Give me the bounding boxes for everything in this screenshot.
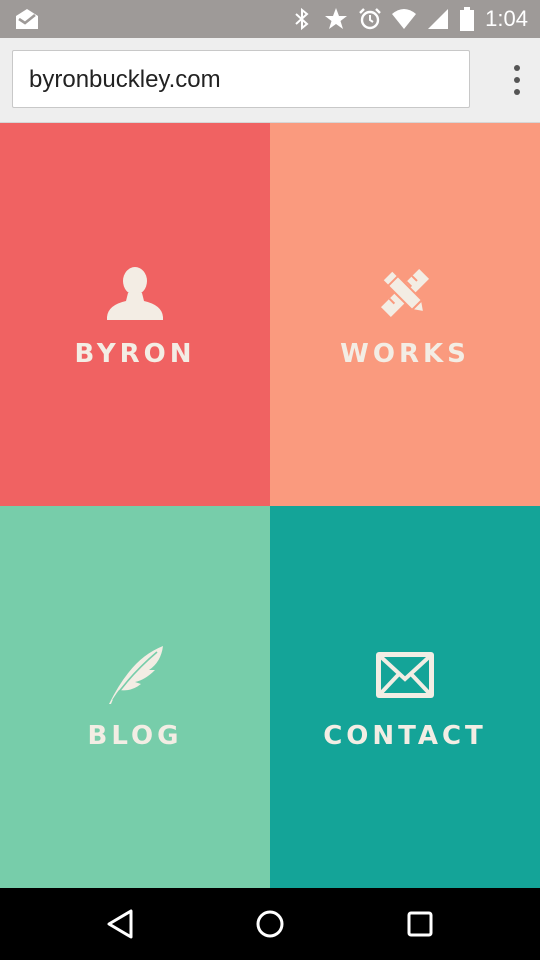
alarm-icon [357,6,383,32]
tile-label-blog: BLOG [87,721,183,751]
status-bar: 1:04 [0,0,540,38]
tile-blog[interactable]: BLOG [0,506,270,888]
tile-grid: BYRON WORKS BLOG CONTACT [0,123,540,888]
envelope-icon [373,643,437,707]
status-time: 1:04 [485,6,528,31]
battery-icon [459,6,475,32]
tile-works[interactable]: WORKS [270,123,540,506]
recents-icon[interactable] [402,906,438,942]
mail-check-icon [14,8,40,30]
tile-contact[interactable]: CONTACT [270,506,540,888]
navigation-bar [0,888,540,960]
person-icon [103,261,167,325]
tile-label-contact: CONTACT [323,721,487,751]
back-icon[interactable] [102,906,138,942]
pencil-ruler-icon [373,261,437,325]
home-icon[interactable] [252,906,288,942]
feather-quill-icon [103,643,167,707]
star-icon [323,6,349,32]
url-field[interactable]: byronbuckley.com [12,50,470,108]
browser-toolbar: byronbuckley.com [0,38,540,123]
tile-byron[interactable]: BYRON [0,123,270,506]
tile-label-works: WORKS [340,338,470,369]
wifi-icon [391,6,417,32]
signal-icon [425,6,451,32]
bluetooth-icon [289,6,315,32]
overflow-menu-icon[interactable] [506,62,528,98]
tile-label-byron: BYRON [74,338,196,369]
